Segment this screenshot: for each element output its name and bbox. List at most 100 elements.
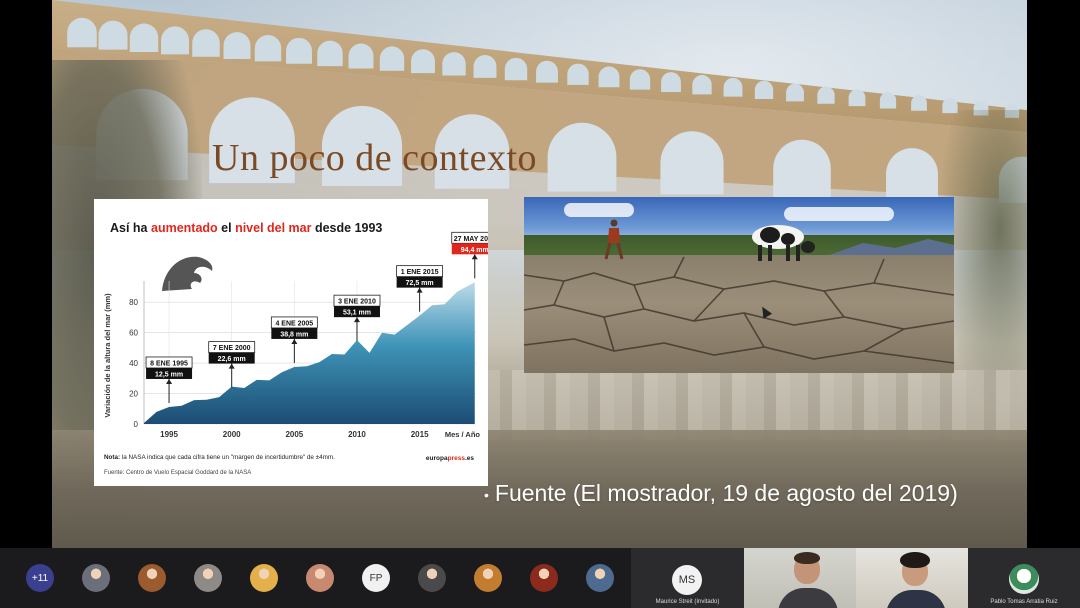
annotation-arrowhead	[291, 338, 298, 344]
lower-arch	[773, 139, 831, 198]
annotation-value: 38,8 mm	[280, 331, 308, 338]
chart-source: Fuente: Centro de Vuelo Espacial Goddard…	[104, 470, 252, 476]
lower-arch	[547, 122, 617, 192]
ms-avatar: MS	[672, 565, 702, 595]
slide-source: • Fuente (El mostrador, 19 de agosto del …	[484, 480, 958, 507]
chart-note: Nota: la NASA indica que cada cifra tien…	[104, 454, 335, 461]
annotation-arrowhead	[166, 378, 173, 384]
annotation-arrowhead	[353, 317, 360, 323]
y-tick-label: 80	[129, 298, 138, 307]
annotation-date: 3 ENE 2010	[338, 299, 376, 306]
upper-arch	[817, 86, 835, 104]
y-tick-label: 0	[134, 420, 139, 429]
participant-avatar[interactable]	[82, 564, 110, 592]
note-text: la NASA indica que cada cifra tiene un "…	[120, 454, 335, 461]
participant-avatar[interactable]	[418, 564, 446, 592]
upper-arch	[348, 43, 374, 69]
chart-plot: 0 20 40 60 80 1995 2000 2005 2010 2015 Mes / Año Va…	[103, 231, 488, 439]
x-axis-label: Mes / Año	[445, 430, 481, 439]
annotation-date: 4 ENE 2005	[275, 320, 313, 327]
note-label: Nota:	[104, 454, 121, 461]
upper-arch	[286, 37, 312, 64]
y-axis-label: Variación de la altura del mar (mm)	[103, 293, 112, 418]
upper-arch	[879, 92, 897, 109]
ms-name: Maurice Streit (Invitado)	[655, 599, 720, 605]
annotation-date: 8 ENE 1995	[150, 360, 188, 367]
bullet-glyph: •	[484, 486, 489, 503]
chart-brand-logo: europapress.es	[426, 455, 474, 462]
wave-icon	[162, 256, 213, 291]
annotation-date: 27 MAY 2019	[454, 236, 488, 243]
upper-arch	[723, 77, 743, 97]
brand-c: .es	[464, 455, 474, 462]
upper-arch	[129, 23, 159, 52]
participant-avatar[interactable]	[250, 564, 278, 592]
photo-cloud	[564, 203, 634, 217]
upper-arch	[911, 95, 927, 111]
more-participants-button[interactable]: +11	[26, 564, 54, 592]
sea-level-area	[144, 282, 475, 424]
annotation-value: 12,5 mm	[155, 371, 183, 378]
upper-arch	[567, 63, 589, 85]
person-figure	[604, 219, 624, 260]
upper-arch	[598, 66, 620, 88]
lower-arch	[660, 131, 724, 195]
upper-arch	[67, 17, 97, 48]
participant-avatar[interactable]: FP	[362, 564, 390, 592]
upper-arch	[536, 60, 558, 83]
upper-arch	[98, 20, 128, 50]
x-tick-label: 2010	[348, 430, 366, 439]
annotation-date: 7 ENE 2000	[213, 345, 251, 352]
brand-b: press	[447, 455, 465, 462]
participant-body	[778, 588, 838, 608]
participant-avatar[interactable]	[138, 564, 166, 592]
participant-video-1[interactable]	[744, 548, 856, 608]
ground-cracks	[524, 256, 954, 364]
participant-hair	[900, 552, 930, 568]
upper-arch	[504, 57, 528, 81]
annotation-date: 1 ENE 2015	[401, 269, 439, 276]
participant-avatar[interactable]	[586, 564, 614, 592]
upper-arch	[692, 74, 712, 95]
participant-hair	[794, 552, 820, 564]
x-tick-label: 2005	[285, 430, 303, 439]
participant-tile-pablo[interactable]: Pablo Tomas Arratia Ruiz	[968, 548, 1080, 608]
participant-body	[886, 590, 946, 608]
drought-photo	[524, 197, 954, 373]
participant-tile-maurice[interactable]: MS Maurice Streit (Invitado)	[631, 548, 744, 608]
upper-arch	[379, 46, 405, 71]
y-tick-label: 20	[129, 390, 138, 399]
participant-avatar[interactable]	[194, 564, 222, 592]
upper-arch	[442, 52, 466, 76]
annotation-arrowhead	[416, 287, 423, 293]
y-tick-label: 40	[129, 359, 138, 368]
annotation-value: 53,1 mm	[343, 310, 371, 317]
pt-name: Pablo Tomas Arratia Ruiz	[990, 599, 1058, 605]
upper-arch	[473, 54, 497, 78]
upper-arch	[754, 80, 774, 100]
upper-arch	[411, 49, 435, 74]
upper-arch	[254, 34, 282, 62]
annotation-value: 94,4 mm	[461, 247, 488, 254]
upper-arch	[161, 26, 189, 55]
lower-arch	[886, 148, 938, 201]
upper-arch	[192, 29, 220, 57]
slide-title: Un poco de contexto	[212, 137, 538, 179]
annotation-value: 72,5 mm	[406, 280, 434, 287]
upper-arch	[661, 72, 681, 92]
y-tick-label: 60	[129, 329, 138, 338]
participant-avatar[interactable]	[530, 564, 558, 592]
participant-avatar[interactable]	[306, 564, 334, 592]
meeting-stage: Un poco de contexto Así ha aumentado el …	[0, 0, 1080, 608]
upper-arch	[848, 89, 866, 107]
participant-avatar[interactable]	[474, 564, 502, 592]
annotation-arrowhead	[471, 254, 478, 260]
annotation-arrowhead	[228, 363, 235, 369]
brand-a: europa	[425, 455, 448, 462]
source-text: Fuente (El mostrador, 19 de agosto del 2…	[494, 480, 958, 506]
x-tick-label: 1995	[160, 430, 178, 439]
annotation-value: 22,6 mm	[218, 356, 246, 363]
upper-arch	[317, 40, 343, 67]
cow-figure	[752, 225, 815, 261]
participant-video-2[interactable]	[856, 548, 968, 608]
